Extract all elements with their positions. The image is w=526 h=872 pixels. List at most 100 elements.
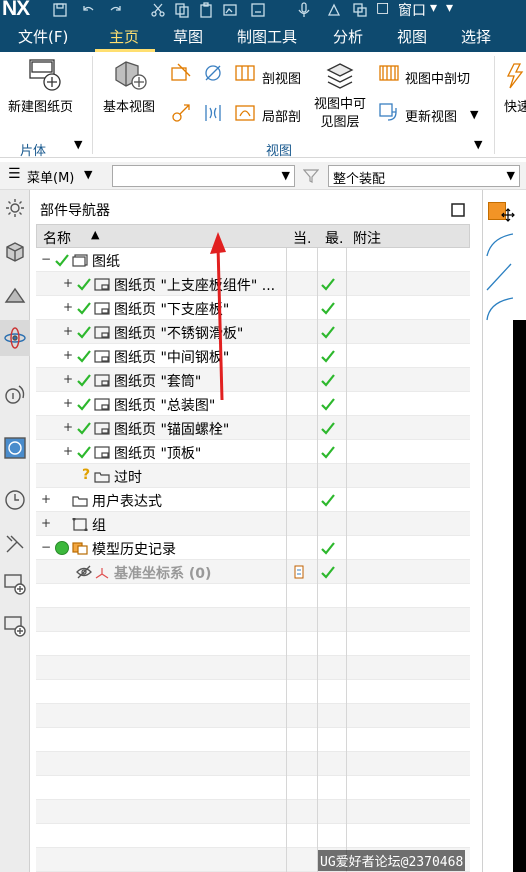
assembly-scope-dropdown[interactable]: 整个装配 ▼ [328, 165, 520, 187]
customize-dropdown-icon[interactable]: ▾ [446, 0, 453, 16]
column-current[interactable]: 当. [293, 228, 311, 248]
microphone-icon[interactable] [296, 2, 312, 18]
visibility-check-icon[interactable] [76, 372, 92, 388]
sheet-icon [94, 374, 110, 387]
process-studio-icon[interactable] [3, 532, 27, 556]
cut-icon[interactable] [150, 2, 166, 18]
filter-icon[interactable] [303, 168, 319, 184]
tab-analysis[interactable]: 分析 [333, 26, 363, 47]
tab-file[interactable]: 文件(F) [18, 26, 68, 47]
tab-drafting-tools[interactable]: 制图工具 [237, 26, 297, 47]
group-sheet-label: 片体 [20, 144, 47, 159]
save-icon[interactable] [52, 2, 68, 18]
sheet-icon [94, 278, 110, 291]
visibility-check-icon[interactable] [76, 348, 92, 364]
view-section-button[interactable]: 视图中剖切 [405, 68, 470, 87]
tree-row[interactable]: + 图纸页 "套筒" [36, 368, 470, 392]
tree-row[interactable]: + 图纸页 "总装图" [36, 392, 470, 416]
reuse-library-icon[interactable] [3, 382, 27, 406]
settings-gear-icon[interactable] [3, 196, 27, 220]
drawing-folder-icon [72, 254, 88, 267]
tree-row[interactable]: + 图纸页 "下支座板" [36, 296, 470, 320]
tree-row[interactable]: + 图纸页 "锚固螺栓" [36, 416, 470, 440]
tree-row[interactable]: + 图纸页 "不锈钢滑板" [36, 320, 470, 344]
update-view-button[interactable]: 更新视图 [405, 106, 457, 125]
undo-icon[interactable] [80, 2, 96, 18]
latest-check-icon [321, 278, 335, 291]
expand-icon[interactable]: + [62, 421, 74, 433]
tree-row[interactable]: + 用户表达式 [36, 488, 470, 512]
expand-icon[interactable]: + [62, 349, 74, 361]
group-view-dropdown-icon[interactable]: ▼ [474, 138, 482, 151]
type-filter-dropdown[interactable]: ▼ [112, 165, 295, 187]
collapse-icon[interactable]: − [40, 253, 52, 265]
update-view-dropdown-icon[interactable]: ▼ [470, 108, 478, 121]
section-view-button[interactable]: 剖视图 [262, 68, 301, 87]
sort-ascending-icon[interactable]: ▲ [91, 228, 99, 241]
tab-sketch[interactable]: 草图 [173, 26, 203, 47]
tree-row[interactable]: + 图纸页 "顶板" [36, 440, 470, 464]
latest-check-icon [321, 446, 335, 459]
base-view-button[interactable]: 基本视图 [103, 96, 155, 115]
copy-icon[interactable] [174, 2, 190, 18]
tab-selection[interactable]: 选择 [461, 26, 491, 47]
collapse-icon[interactable]: − [40, 541, 52, 553]
tree-row[interactable]: + 图纸页 "中间钢板" [36, 344, 470, 368]
column-latest[interactable]: 最. [325, 228, 343, 248]
column-note[interactable]: 附注 [353, 228, 381, 248]
redo-icon[interactable] [108, 2, 124, 18]
expand-icon[interactable]: + [62, 397, 74, 409]
save-as-icon[interactable] [250, 2, 266, 18]
group-sheet-dropdown-icon[interactable]: ▼ [74, 138, 82, 151]
expand-icon[interactable]: + [62, 277, 74, 289]
visibility-check-icon[interactable] [76, 276, 92, 292]
part-navigator-icon[interactable] [3, 326, 27, 350]
visibility-check-icon[interactable] [76, 420, 92, 436]
projected-view-icon[interactable] [170, 62, 192, 84]
touch-mode-icon[interactable] [326, 2, 342, 18]
web-browser-icon[interactable] [3, 436, 27, 460]
tree-row[interactable]: − 图纸 [36, 248, 470, 272]
hidden-eye-icon[interactable] [76, 564, 92, 580]
tree-row[interactable]: + 图纸页 "上支座板组件" ... [36, 272, 470, 296]
constraint-navigator-icon[interactable] [3, 284, 27, 308]
view-break-icon[interactable] [170, 102, 192, 124]
visibility-check-icon[interactable] [76, 324, 92, 340]
detail-view-icon[interactable] [202, 62, 224, 84]
paste-icon[interactable] [198, 2, 214, 18]
window-menu[interactable]: 窗口 [398, 0, 426, 20]
visibility-check-icon[interactable] [76, 300, 92, 316]
add-view-icon[interactable] [3, 614, 27, 638]
add-sheet-icon[interactable] [3, 572, 27, 596]
tab-home[interactable]: 主页 [109, 26, 139, 47]
tree-row[interactable]: ? 过时 [36, 464, 470, 488]
history-clock-icon[interactable] [3, 488, 27, 512]
maximize-icon[interactable] [451, 203, 465, 217]
visibility-check-icon[interactable] [76, 396, 92, 412]
expand-icon[interactable]: + [62, 373, 74, 385]
visibility-check-icon[interactable] [76, 444, 92, 460]
visible-layer-button[interactable]: 视图中可 见图层 [314, 96, 366, 132]
broken-view-icon[interactable] [202, 102, 224, 124]
expand-icon[interactable]: + [40, 517, 52, 529]
window-dropdown-icon[interactable]: ▾ [430, 0, 437, 16]
quick-dimension-button[interactable]: 快速 [504, 96, 526, 115]
expand-icon[interactable]: + [40, 493, 52, 505]
tree-row[interactable]: − 模型历史记录 [36, 536, 470, 560]
expand-icon[interactable]: + [62, 445, 74, 457]
tab-view[interactable]: 视图 [397, 26, 427, 47]
group-divider [92, 56, 93, 154]
visibility-check-icon[interactable] [54, 252, 70, 268]
tree-row[interactable]: + 组 [36, 512, 470, 536]
copy-image-icon[interactable] [222, 2, 238, 18]
menu-button[interactable]: 菜单(M) [27, 167, 74, 186]
window-switch-icon[interactable] [352, 2, 368, 18]
expand-icon[interactable]: + [62, 325, 74, 337]
menu-dropdown-icon[interactable]: ▼ [84, 168, 92, 181]
new-sheet-button[interactable]: 新建图纸页 [8, 96, 73, 115]
column-name[interactable]: 名称 [43, 228, 71, 248]
assembly-navigator-icon[interactable] [3, 240, 27, 264]
expand-icon[interactable]: + [62, 301, 74, 313]
tree-row[interactable]: 基准坐标系 (0) [36, 560, 470, 584]
break-out-button[interactable]: 局部剖 [262, 106, 301, 125]
